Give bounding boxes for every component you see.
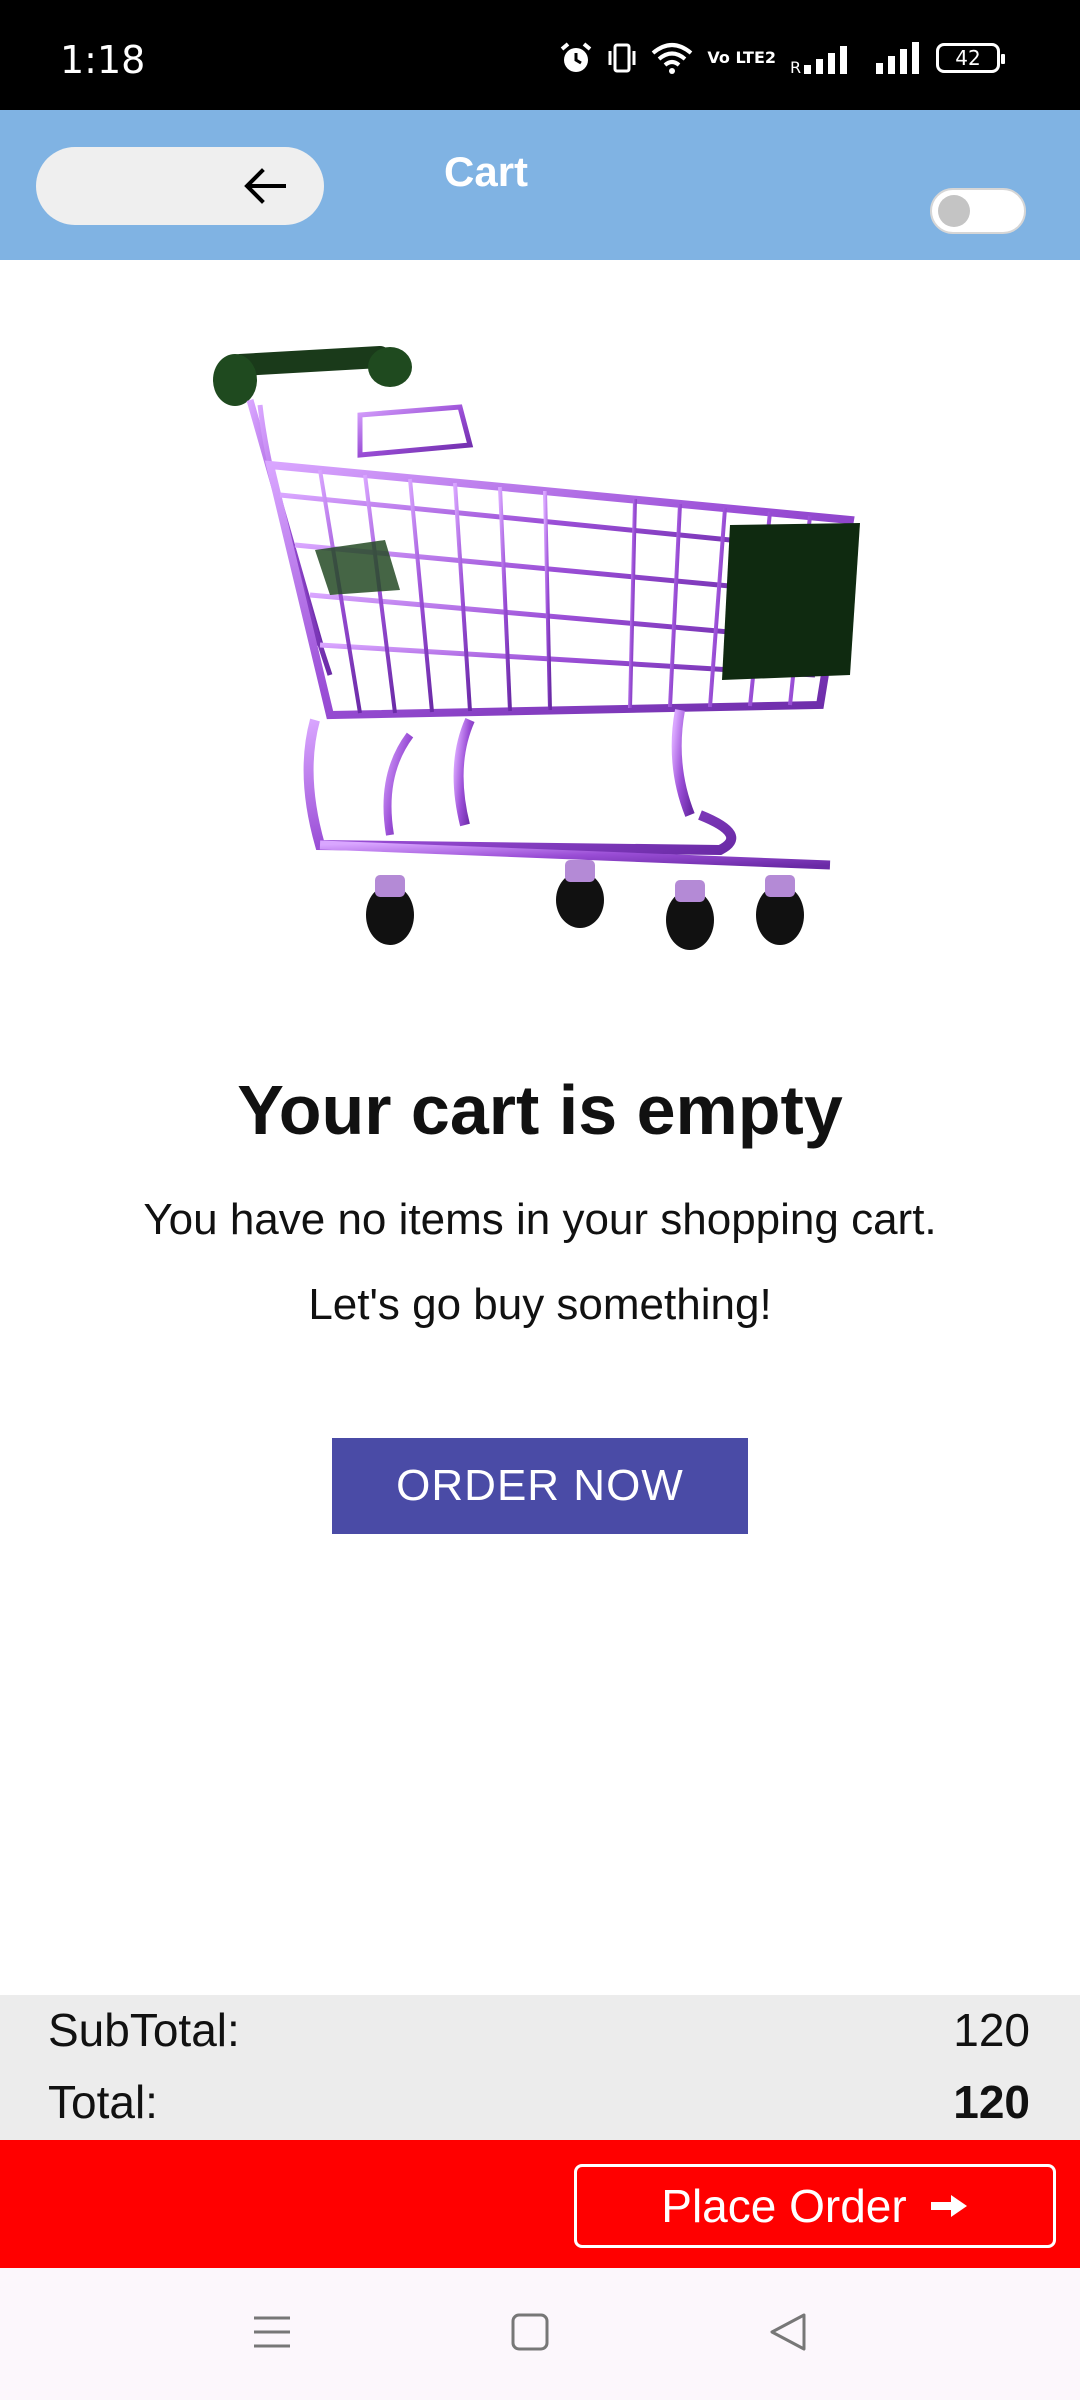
system-nav-bar — [0, 2268, 1080, 2400]
subtotal-label: SubTotal: — [48, 2004, 240, 2056]
theme-toggle[interactable] — [930, 188, 1026, 234]
toggle-knob — [938, 195, 970, 227]
battery-icon: 42 — [936, 43, 1005, 73]
empty-cart-hint: Let's go buy something! — [308, 1280, 772, 1329]
place-order-button[interactable]: Place Order — [574, 2164, 1056, 2248]
place-order-label: Place Order — [661, 2180, 907, 2232]
empty-cart-title: Your cart is empty — [237, 1071, 843, 1149]
empty-cart-message: You have no items in your shopping cart. — [143, 1195, 937, 1244]
total-row: Total: 120 — [48, 2075, 1030, 2129]
signal-icon-2 — [876, 42, 919, 74]
svg-text:R: R — [790, 58, 801, 75]
back-arrow-icon — [244, 168, 286, 204]
alarm-icon — [561, 42, 592, 72]
back-button[interactable] — [36, 147, 324, 225]
wifi-icon — [652, 43, 693, 74]
network-type-label: Vo LTE2 — [707, 48, 776, 67]
menu-nav-icon[interactable] — [250, 2310, 294, 2354]
order-bar: Place Order — [0, 2140, 1080, 2268]
status-icons: Vo LTE2 R 42 — [559, 38, 1005, 78]
totals-panel: SubTotal: 120 Total: 120 — [0, 1995, 1080, 2140]
shopping-cart-illustration — [213, 346, 860, 950]
subtotal-value: 120 — [953, 2004, 1030, 2056]
page-title: Cart — [444, 148, 529, 195]
total-label: Total: — [48, 2076, 158, 2128]
order-now-button[interactable]: ORDER NOW — [332, 1438, 748, 1534]
subtotal-row: SubTotal: 120 — [48, 2003, 1030, 2057]
app-bar: Cart — [0, 110, 1080, 260]
arrow-right-icon — [930, 2195, 967, 2217]
status-time: 1:18 — [60, 38, 146, 82]
signal-icon: R — [790, 46, 847, 75]
back-nav-icon[interactable] — [766, 2310, 810, 2354]
vibrate-icon — [608, 43, 636, 73]
battery-level: 42 — [955, 46, 981, 70]
status-bar: 1:18 Vo LTE2 R 42 — [0, 0, 1080, 110]
home-nav-icon[interactable] — [508, 2310, 552, 2354]
total-value: 120 — [953, 2076, 1030, 2128]
